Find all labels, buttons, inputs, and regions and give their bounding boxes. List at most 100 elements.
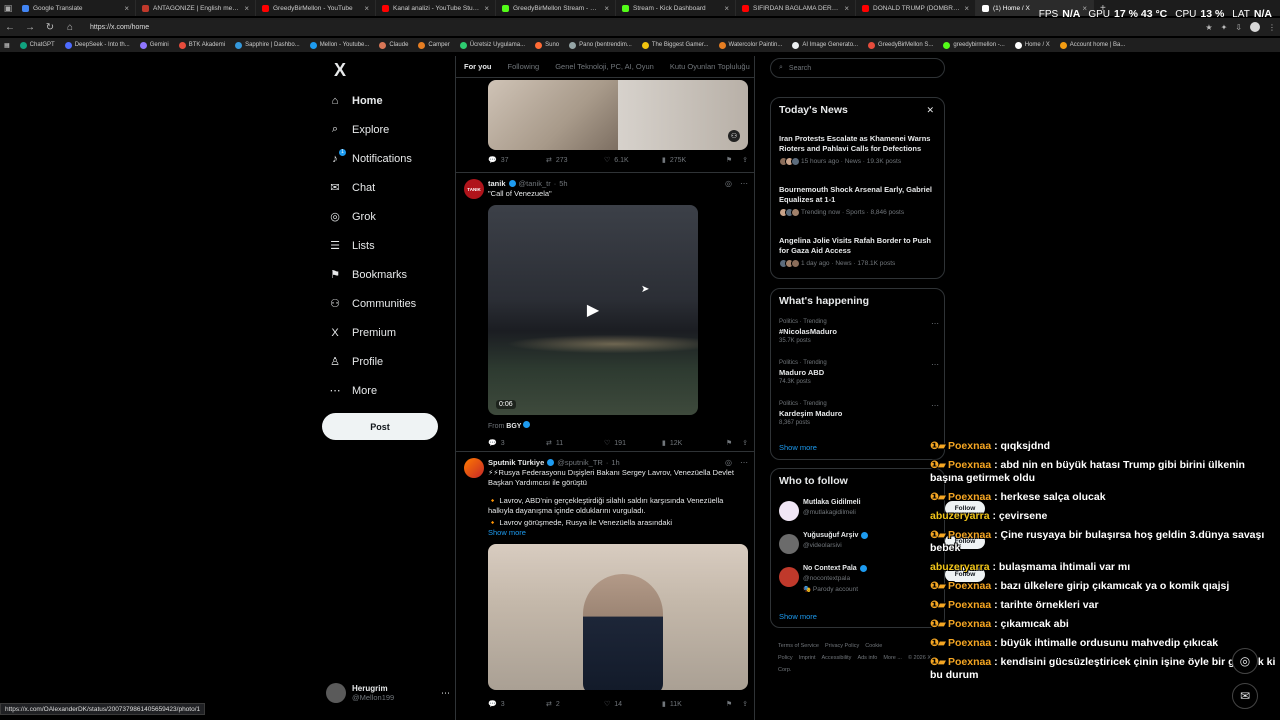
- more-icon[interactable]: ⋯: [441, 688, 450, 699]
- repost-button[interactable]: ⇄ 11: [546, 439, 604, 448]
- bookmark-item[interactable]: BTK Akademi: [178, 41, 225, 49]
- trend-item[interactable]: Politics · Trending Kardeşim Maduro 8,367 …: [779, 401, 939, 426]
- author-name[interactable]: tanik: [488, 179, 506, 188]
- footer-link[interactable]: Ads info: [857, 655, 877, 661]
- tweet-time[interactable]: 5h: [559, 179, 567, 188]
- footer-link[interactable]: Terms of Service: [778, 643, 819, 649]
- media-tag-icon[interactable]: ⚇: [728, 130, 740, 142]
- browser-profile-avatar[interactable]: [1250, 22, 1260, 32]
- more-icon[interactable]: ⋯: [931, 360, 939, 369]
- apps-icon[interactable]: ▦: [4, 42, 10, 49]
- close-tab-icon[interactable]: ×: [604, 4, 609, 13]
- bookmark-item[interactable]: Gemini: [139, 41, 169, 49]
- browser-tab[interactable]: SIFIRDAN BAĞLAMA DERSİ 7 | BU ×: [736, 0, 856, 16]
- extensions-icon[interactable]: ✦: [1221, 23, 1228, 32]
- footer-link[interactable]: Privacy Policy: [825, 643, 859, 649]
- post-button[interactable]: Post: [322, 413, 438, 440]
- like-button[interactable]: ♡ 14: [604, 700, 662, 709]
- avatar[interactable]: [464, 458, 484, 478]
- like-button[interactable]: ♡ 6.1K: [604, 156, 662, 165]
- reply-button[interactable]: 💬 3: [488, 439, 546, 448]
- nav-item-home[interactable]: ⌂ Home: [320, 86, 450, 115]
- browser-menu-icon[interactable]: ⋮: [1268, 23, 1276, 32]
- feed-tab[interactable]: Genel Teknoloji, PC, AI, Oyun: [555, 62, 654, 71]
- nav-item-chat[interactable]: ✉ Chat: [320, 173, 450, 202]
- browser-tab[interactable]: DONALD TRUMP (DOMBRA TRAP ×: [856, 0, 976, 16]
- author-handle[interactable]: @sputnik_TR: [557, 458, 603, 467]
- reload-icon[interactable]: ↻: [44, 22, 56, 33]
- x-logo-icon[interactable]: X: [326, 56, 354, 84]
- bookmark-item[interactable]: AI Image Generato...: [792, 41, 858, 49]
- bookmark-item[interactable]: greedybirmellon -...: [943, 41, 1005, 49]
- share-icon[interactable]: ⇪: [742, 700, 748, 708]
- show-more-link[interactable]: Show more: [779, 443, 817, 452]
- bookmark-item[interactable]: DeepSeek - Into th...: [64, 41, 130, 49]
- grok-icon[interactable]: ◎: [725, 179, 732, 188]
- nav-item-communities[interactable]: ⚇ Communities: [320, 289, 450, 318]
- feed-tab[interactable]: For you: [464, 62, 492, 71]
- bookmark-item[interactable]: Pano (bentrendim...: [569, 41, 632, 49]
- show-more-link[interactable]: Show more: [488, 528, 526, 537]
- nav-item-grok[interactable]: ◎ Grok: [320, 202, 450, 231]
- nav-item-explore[interactable]: ⌕ Explore: [320, 115, 450, 144]
- share-icon[interactable]: ⇪: [742, 156, 748, 164]
- bookmark-icon[interactable]: ⚑: [726, 439, 732, 447]
- downloads-icon[interactable]: ⇩: [1235, 23, 1242, 32]
- show-more-link[interactable]: Show more: [779, 612, 817, 621]
- views-button[interactable]: ▮ 11K: [662, 700, 724, 709]
- bookmark-star-icon[interactable]: ★: [1205, 23, 1212, 32]
- bookmark-item[interactable]: The Biggest Gamer...: [641, 41, 709, 49]
- more-icon[interactable]: ⋯: [931, 401, 939, 410]
- bookmark-item[interactable]: Watercolor Paintin...: [718, 41, 782, 49]
- grok-icon[interactable]: ◎: [725, 458, 732, 467]
- bookmark-item[interactable]: Home / X: [1014, 41, 1050, 49]
- browser-tab[interactable]: ANTAGONIZE | English meaning ×: [136, 0, 256, 16]
- avatar[interactable]: [779, 567, 799, 587]
- bookmark-item[interactable]: Camper: [418, 41, 450, 49]
- feed-tab[interactable]: Following: [508, 62, 540, 71]
- close-tab-icon[interactable]: ×: [364, 4, 369, 13]
- nav-item-premium[interactable]: X Premium: [320, 318, 450, 347]
- author-handle[interactable]: @tanik_tr: [519, 179, 551, 188]
- bookmark-icon[interactable]: ⚑: [726, 700, 732, 708]
- news-item[interactable]: Iran Protests Escalate as Khamenei Warns…: [779, 134, 939, 166]
- nav-item-notifications[interactable]: ♪ 1 Notifications: [320, 144, 450, 173]
- repost-button[interactable]: ⇄ 273: [546, 156, 604, 165]
- close-tab-icon[interactable]: ×: [124, 4, 129, 13]
- account-switcher[interactable]: Herugrim @Mellon199 ⋯: [326, 680, 450, 706]
- forward-icon[interactable]: →: [24, 22, 36, 33]
- tweet-media[interactable]: ⚇: [488, 80, 748, 150]
- footer-link[interactable]: More ...: [883, 655, 902, 661]
- trend-item[interactable]: Politics · Trending Maduro ABD 74.3K posts…: [779, 360, 939, 385]
- avatar[interactable]: [779, 534, 799, 554]
- bookmark-item[interactable]: Mellon - Youtube...: [309, 41, 369, 49]
- views-button[interactable]: ▮ 12K: [662, 439, 724, 448]
- source-name[interactable]: BGY: [506, 423, 521, 430]
- browser-tab[interactable]: GreedyBirMellon Stream - Watch ×: [496, 0, 616, 16]
- close-icon[interactable]: ✕: [926, 105, 934, 116]
- browser-tab[interactable]: Stream - Kick Dashboard ×: [616, 0, 736, 16]
- nav-item-bookmarks[interactable]: ⚑ Bookmarks: [320, 260, 450, 289]
- close-tab-icon[interactable]: ×: [244, 4, 249, 13]
- more-icon[interactable]: ⋯: [931, 319, 939, 328]
- back-icon[interactable]: ←: [4, 22, 16, 33]
- browser-tab[interactable]: GreedyBirMellon - YouTube ×: [256, 0, 376, 16]
- news-item[interactable]: Bournemouth Shock Arsenal Early, Gabriel…: [779, 185, 939, 217]
- repost-button[interactable]: ⇄ 2: [546, 700, 604, 709]
- bookmark-item[interactable]: Ücretsiz Uygulama...: [459, 41, 525, 49]
- video-player[interactable]: ▶ 0:06: [488, 205, 698, 415]
- like-button[interactable]: ♡ 191: [604, 439, 662, 448]
- follow-suggestion[interactable]: No Context Pala @nocontextpala 🎭 Parody ac…: [779, 565, 985, 593]
- bookmark-item[interactable]: Suno: [535, 41, 559, 49]
- tweet-photo[interactable]: [488, 544, 748, 690]
- tweet[interactable]: TANIK tanik @tanik_tr · 5h ◎ ⋯ "Call of V…: [456, 172, 754, 458]
- footer-link[interactable]: Imprint: [799, 655, 816, 661]
- bookmark-item[interactable]: Claude: [379, 41, 408, 49]
- browser-tab[interactable]: Kanal analizi - YouTube Studio ×: [376, 0, 496, 16]
- follow-suggestion[interactable]: Yuğusuğuf Arşiv @videolarsivi Follow: [779, 532, 985, 558]
- close-tab-icon[interactable]: ×: [844, 4, 849, 13]
- footer-link[interactable]: Accessibility: [821, 655, 851, 661]
- home-icon[interactable]: ⌂: [64, 22, 76, 33]
- search-input[interactable]: ⌕ Search: [770, 58, 945, 78]
- close-tab-icon[interactable]: ×: [724, 4, 729, 13]
